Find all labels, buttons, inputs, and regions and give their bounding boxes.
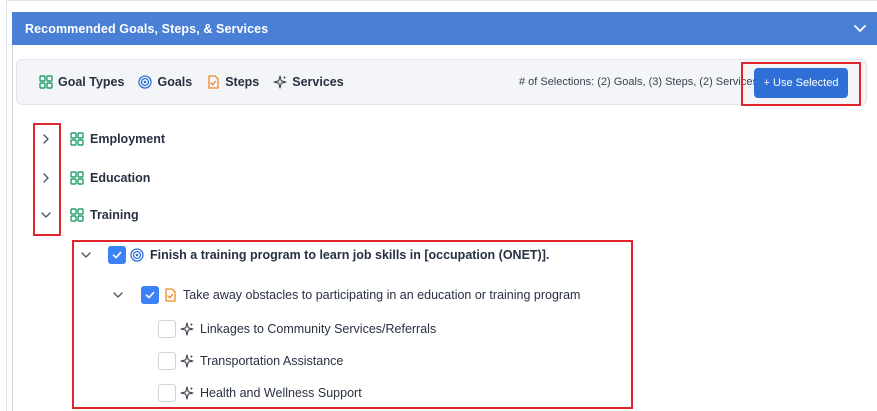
target-icon [138, 75, 153, 89]
legend-services-label: Services [292, 75, 344, 89]
legend-steps: Steps [206, 75, 259, 89]
goal-type-label: Employment [90, 132, 166, 146]
use-selected-highlight [741, 62, 861, 106]
sparkle-icon [273, 75, 287, 89]
goal-type-icon [70, 171, 84, 185]
legend-goal-types: Goal Types [39, 75, 124, 89]
goal-type-icon [70, 208, 84, 222]
toolbar: Goal Types Goals Steps Services # of Sel… [16, 59, 867, 105]
legend-steps-label: Steps [225, 75, 260, 89]
selection-count: # of Selections: (2) Goals, (3) Steps, (… [518, 76, 758, 88]
panel-title: Recommended Goals, Steps, & Services [25, 21, 269, 36]
panel-header[interactable]: Recommended Goals, Steps, & Services [12, 12, 877, 45]
step-file-icon [208, 75, 219, 89]
legend: Goal Types Goals Steps Services [39, 75, 358, 89]
goal-type-icon [70, 132, 84, 146]
chevron-down-icon[interactable] [853, 21, 867, 35]
legend-goals: Goals [138, 75, 192, 89]
goal-highlight [72, 240, 633, 409]
legend-goals-label: Goals [157, 75, 193, 89]
chevron-highlight [33, 123, 61, 236]
legend-services: Services [273, 75, 344, 89]
goal-type-icon [39, 75, 53, 89]
goal-type-label: Education [90, 171, 151, 185]
legend-goal-types-label: Goal Types [58, 75, 125, 89]
goal-type-label: Training [90, 208, 139, 222]
